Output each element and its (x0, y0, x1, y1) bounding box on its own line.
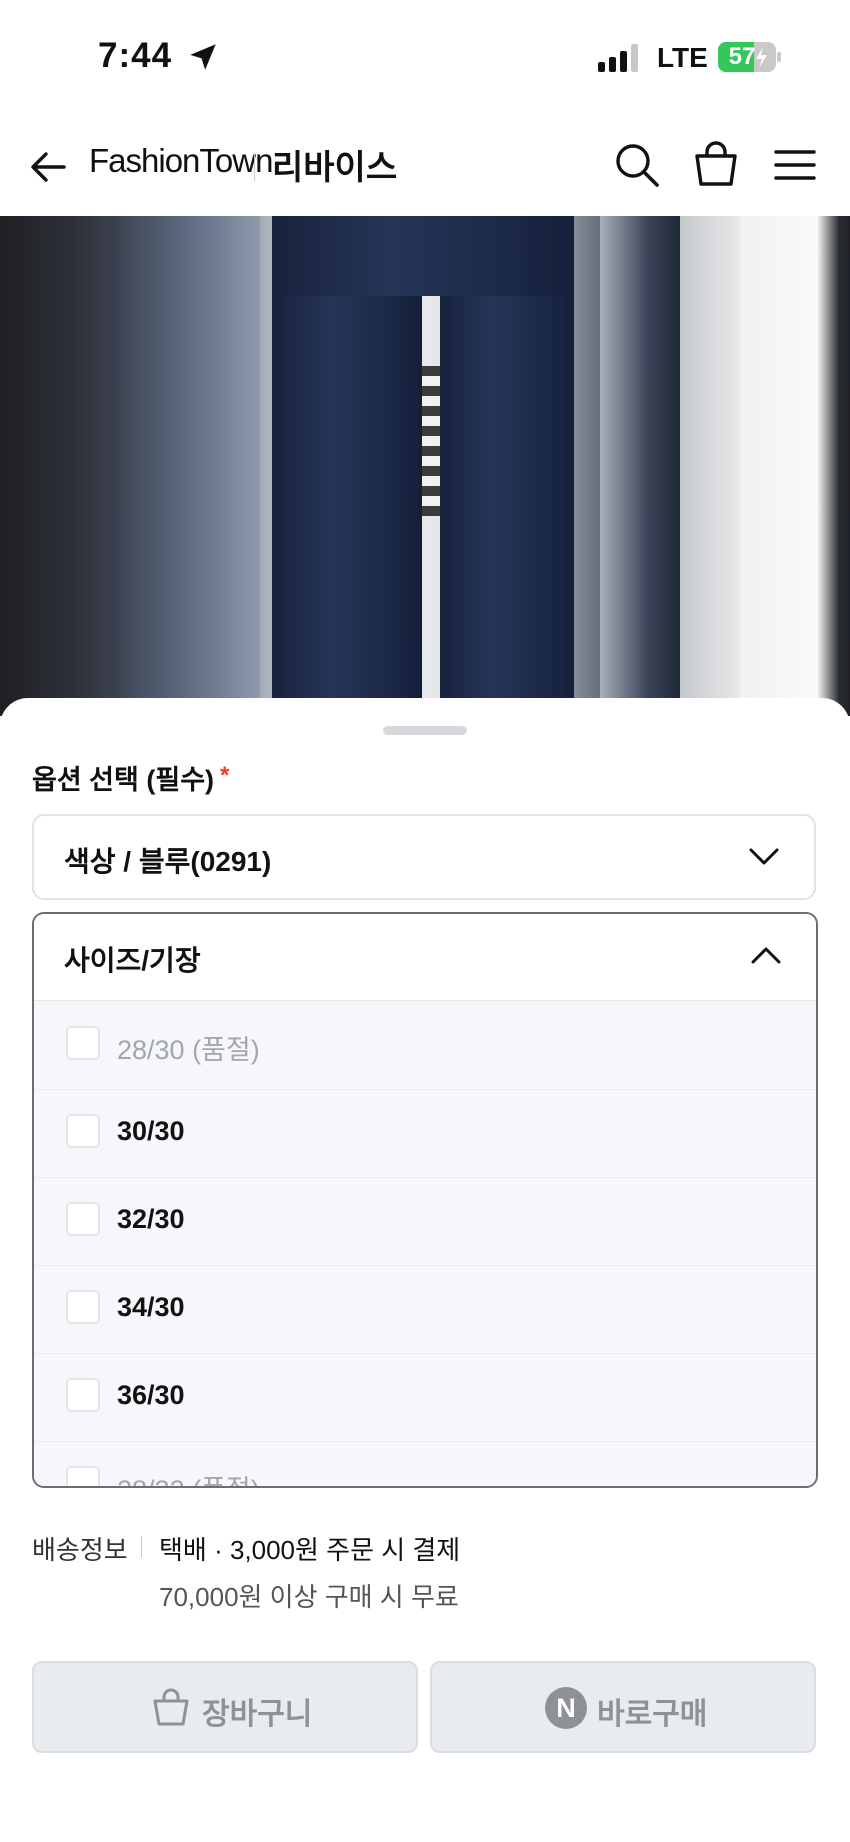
product-image (0, 216, 850, 716)
top-nav: FashionTown 리바이스 (0, 120, 850, 217)
chevron-down-icon (749, 848, 779, 865)
header-divider (254, 153, 255, 181)
size-option-label: 30/30 (117, 1116, 185, 1146)
naver-pay-icon: N (545, 1687, 587, 1729)
color-select-value: 색상 / 블루(0291) (64, 846, 272, 877)
battery-level: 57 (728, 43, 756, 70)
status-time: 7:44 (98, 36, 173, 75)
size-option-label: 32/30 (117, 1204, 185, 1234)
size-option[interactable]: 36/30 (34, 1353, 816, 1442)
network-type: LTE (657, 42, 708, 73)
shipping-fee: 택배 · 3,000원 주문 시 결제 (159, 1535, 461, 1565)
size-checkbox (66, 1466, 100, 1486)
option-section-title: 옵션 선택 (필수) (32, 765, 215, 795)
bottom-safe-area (0, 1836, 850, 1842)
sheet-drag-handle[interactable] (383, 726, 467, 735)
size-option[interactable]: 30/30 (34, 1089, 816, 1178)
size-option-list[interactable]: 28/30 (품절) 30/30 32/30 34/30 36/30 28/32… (34, 1001, 816, 1486)
size-checkbox (66, 1026, 100, 1060)
brand-name[interactable]: FashionTown (89, 142, 273, 180)
buy-now-button[interactable]: N 바로구매 (430, 1661, 816, 1753)
size-checkbox[interactable] (66, 1202, 100, 1236)
add-to-cart-label: 장바구니 (202, 1698, 313, 1731)
size-select[interactable]: 사이즈/기장 28/30 (품절) 30/30 32/30 34/30 36/3… (32, 912, 818, 1488)
size-option-label: 34/30 (117, 1292, 185, 1322)
buy-now-label: 바로구매 (597, 1698, 708, 1731)
shipping-free-condition: 70,000원 이상 구매 시 무료 (159, 1582, 459, 1612)
search-icon[interactable] (614, 142, 660, 188)
size-checkbox[interactable] (66, 1114, 100, 1148)
size-select-header[interactable]: 사이즈/기장 (34, 914, 816, 1001)
size-option: 28/32 (품절) (34, 1441, 816, 1486)
color-select[interactable]: 색상 / 블루(0291) (32, 814, 816, 900)
size-option[interactable]: 32/30 (34, 1177, 816, 1266)
shopping-bag-icon[interactable] (693, 140, 739, 188)
hamburger-menu-icon[interactable] (773, 145, 817, 185)
store-name[interactable]: 리바이스 (272, 140, 397, 189)
signal-icon (598, 44, 638, 72)
size-option-label: 36/30 (117, 1380, 185, 1410)
size-option: 28/30 (품절) (34, 1001, 816, 1090)
back-arrow-icon[interactable] (28, 147, 68, 187)
size-checkbox[interactable] (66, 1290, 100, 1324)
chevron-up-icon (751, 947, 781, 964)
size-checkbox[interactable] (66, 1378, 100, 1412)
size-option[interactable]: 34/30 (34, 1265, 816, 1354)
status-bar: 7:44 LTE 57 (0, 0, 850, 110)
shopping-bag-icon (153, 1688, 189, 1726)
required-marker: * (220, 762, 230, 789)
shipping-label: 배송정보 (32, 1535, 128, 1565)
shipping-divider (141, 1536, 142, 1558)
size-option-label: 28/32 (품절) (117, 1468, 260, 1486)
size-select-label: 사이즈/기장 (64, 945, 201, 976)
add-to-cart-button[interactable]: 장바구니 (32, 1661, 418, 1753)
size-option-label: 28/30 (품절) (117, 1035, 260, 1065)
location-arrow-icon (190, 44, 216, 70)
